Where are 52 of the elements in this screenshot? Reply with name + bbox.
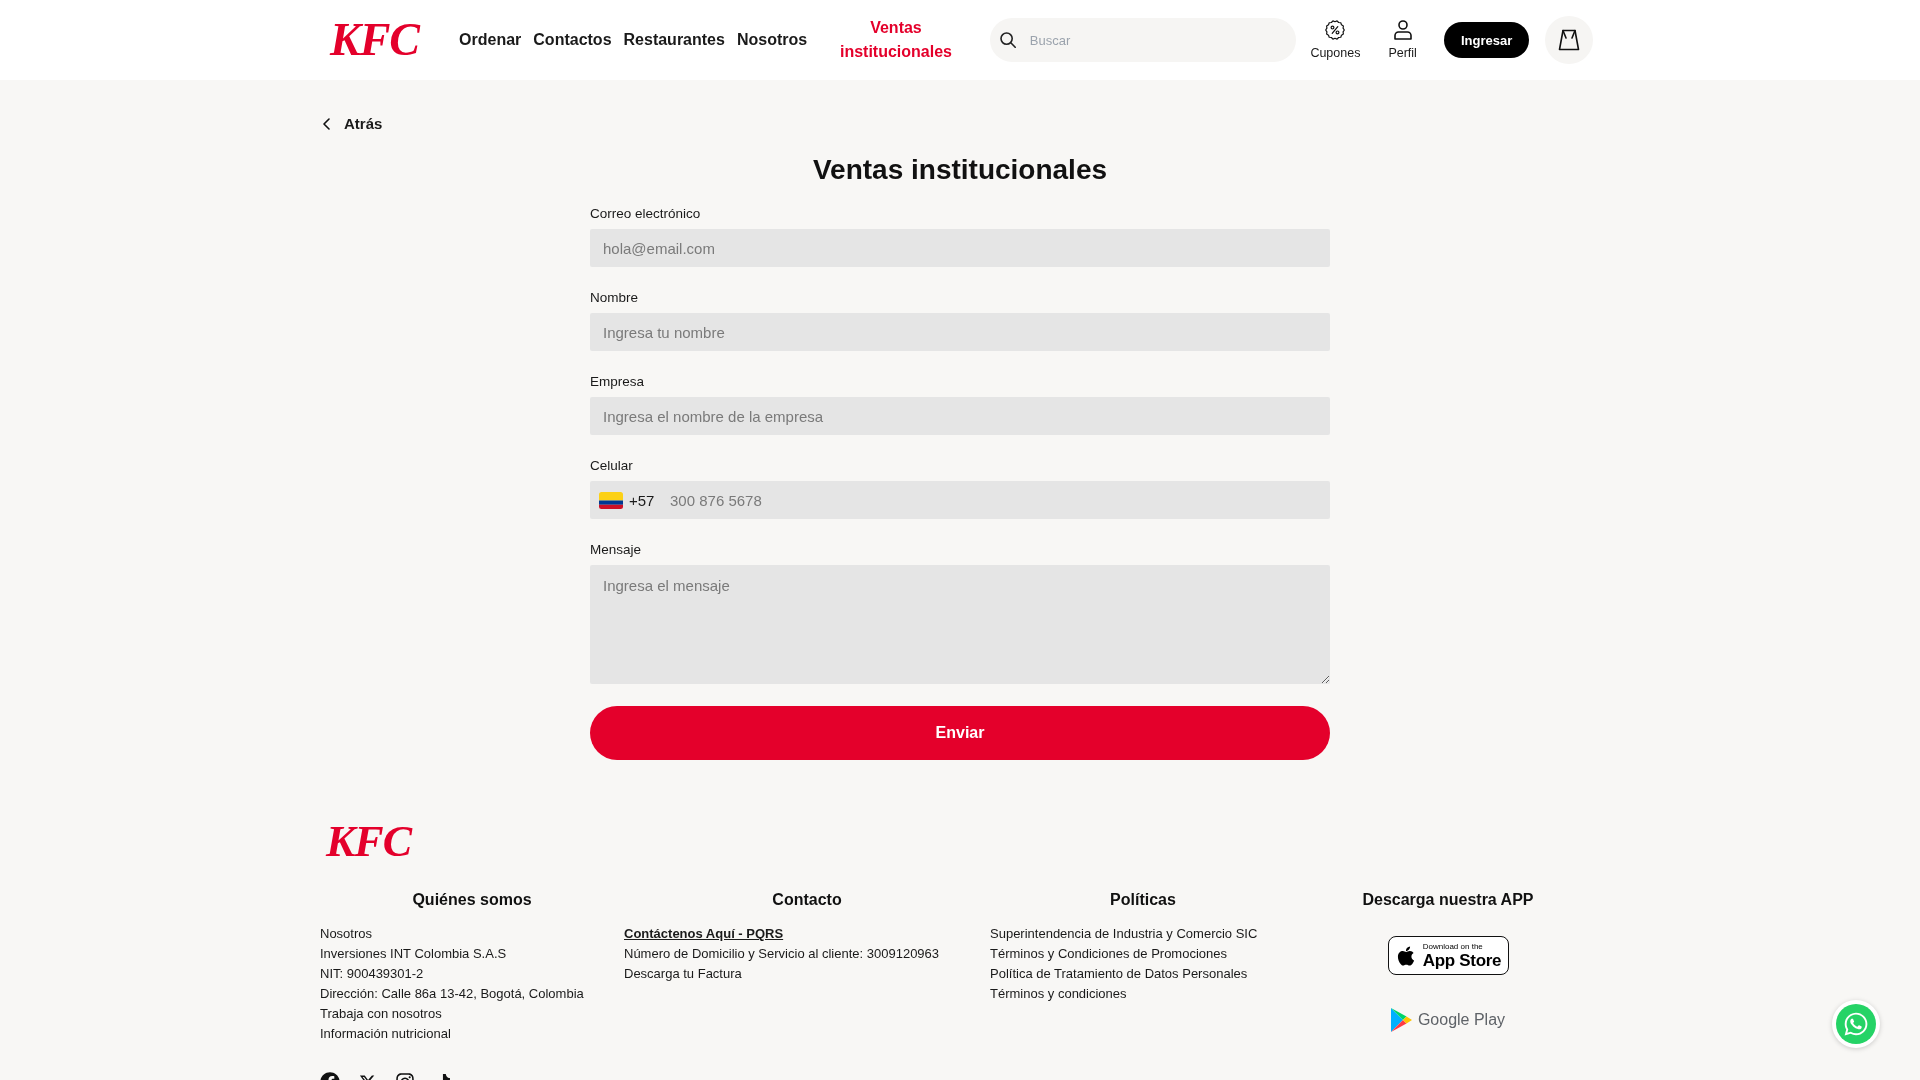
nav-link[interactable]: Nosotros: [736, 28, 808, 52]
column-heading: Contacto: [772, 890, 842, 910]
shopping-bag-icon: [1558, 29, 1581, 51]
input-field[interactable]: hola@email.com: [590, 229, 1330, 267]
nav-link[interactable]: Restaurantes: [623, 28, 725, 52]
field-label: Empresa: [590, 374, 645, 390]
field-label: Nombre: [590, 290, 638, 306]
footer-link[interactable]: Política de Tratamiento de Datos Personales: [990, 964, 1248, 984]
play-triangle-icon: [1390, 1008, 1412, 1032]
footer-link[interactable]: Dirección: Calle 86a 13-42, Bogotá, Colombia: [320, 984, 584, 1004]
footer-link[interactable]: Superintendencia de Industria y Comercio SIC: [990, 924, 1258, 944]
footer-link[interactable]: Inversiones INT Colombia S.A.S: [320, 944, 507, 964]
login-button[interactable]: Ingresar: [1443, 22, 1530, 58]
chevron-left-icon: [323, 118, 330, 130]
back-link[interactable]: Atrás: [323, 115, 383, 133]
column-heading: Políticas: [1110, 890, 1176, 910]
logo[interactable]: KFC: [330, 17, 420, 63]
footer-link[interactable]: Trabaja con nosotros: [320, 1004, 442, 1024]
bag-button[interactable]: [1545, 16, 1593, 64]
logo[interactable]: KFC: [326, 820, 412, 864]
person-icon: [1393, 19, 1412, 40]
google-play-badge[interactable]: Google Play: [1390, 1008, 1506, 1032]
footer-link[interactable]: Contáctenos Aquí - PQRS: [624, 924, 784, 944]
field-label: Correo electrónico: [590, 206, 701, 222]
search-field[interactable]: Buscar: [989, 18, 1297, 62]
nav-link[interactable]: Contactos: [533, 28, 612, 52]
footer-link[interactable]: Nosotros: [320, 924, 373, 944]
submit-button[interactable]: Enviar: [590, 706, 1330, 760]
app-store-badge[interactable]: Download on the App Store: [1387, 936, 1509, 975]
footer-link[interactable]: Términos y condiciones: [990, 984, 1127, 1004]
footer-link[interactable]: Descarga tu Factura: [624, 964, 742, 984]
country-code[interactable]: +57: [629, 491, 655, 509]
flag-icon: [599, 491, 623, 509]
profile-link[interactable]: Perfil: [1388, 19, 1417, 61]
footer-link[interactable]: Términos y Condiciones de Promociones: [990, 944, 1227, 964]
footer-link[interactable]: Número de Domicilio y Servicio al cliente: 3009120963: [624, 944, 940, 964]
coupons-link[interactable]: Cupones: [1310, 19, 1361, 61]
percent-badge-icon: [1325, 19, 1346, 40]
search-icon: [999, 32, 1016, 48]
page-title: Ventas institucionales: [812, 153, 1108, 187]
input-field[interactable]: Ingresa el nombre de la empresa: [590, 397, 1330, 435]
column-heading: Descarga nuestra APP: [1362, 890, 1534, 910]
footer-link[interactable]: NIT: 900439301-2: [320, 964, 424, 984]
input-field[interactable]: Ingresa tu nombre: [590, 313, 1330, 351]
field-label: Celular: [590, 458, 633, 474]
column-heading: Quiénes somos: [412, 890, 532, 910]
footer-link[interactable]: Información nutricional: [320, 1024, 451, 1044]
field-label: Mensaje: [590, 542, 642, 558]
whatsapp-icon: [1836, 1004, 1876, 1044]
message-field[interactable]: Ingresa el mensaje: [590, 565, 1330, 684]
nav-link[interactable]: Ventas institucionales: [837, 16, 955, 64]
nav-link[interactable]: Ordenar: [459, 28, 522, 52]
